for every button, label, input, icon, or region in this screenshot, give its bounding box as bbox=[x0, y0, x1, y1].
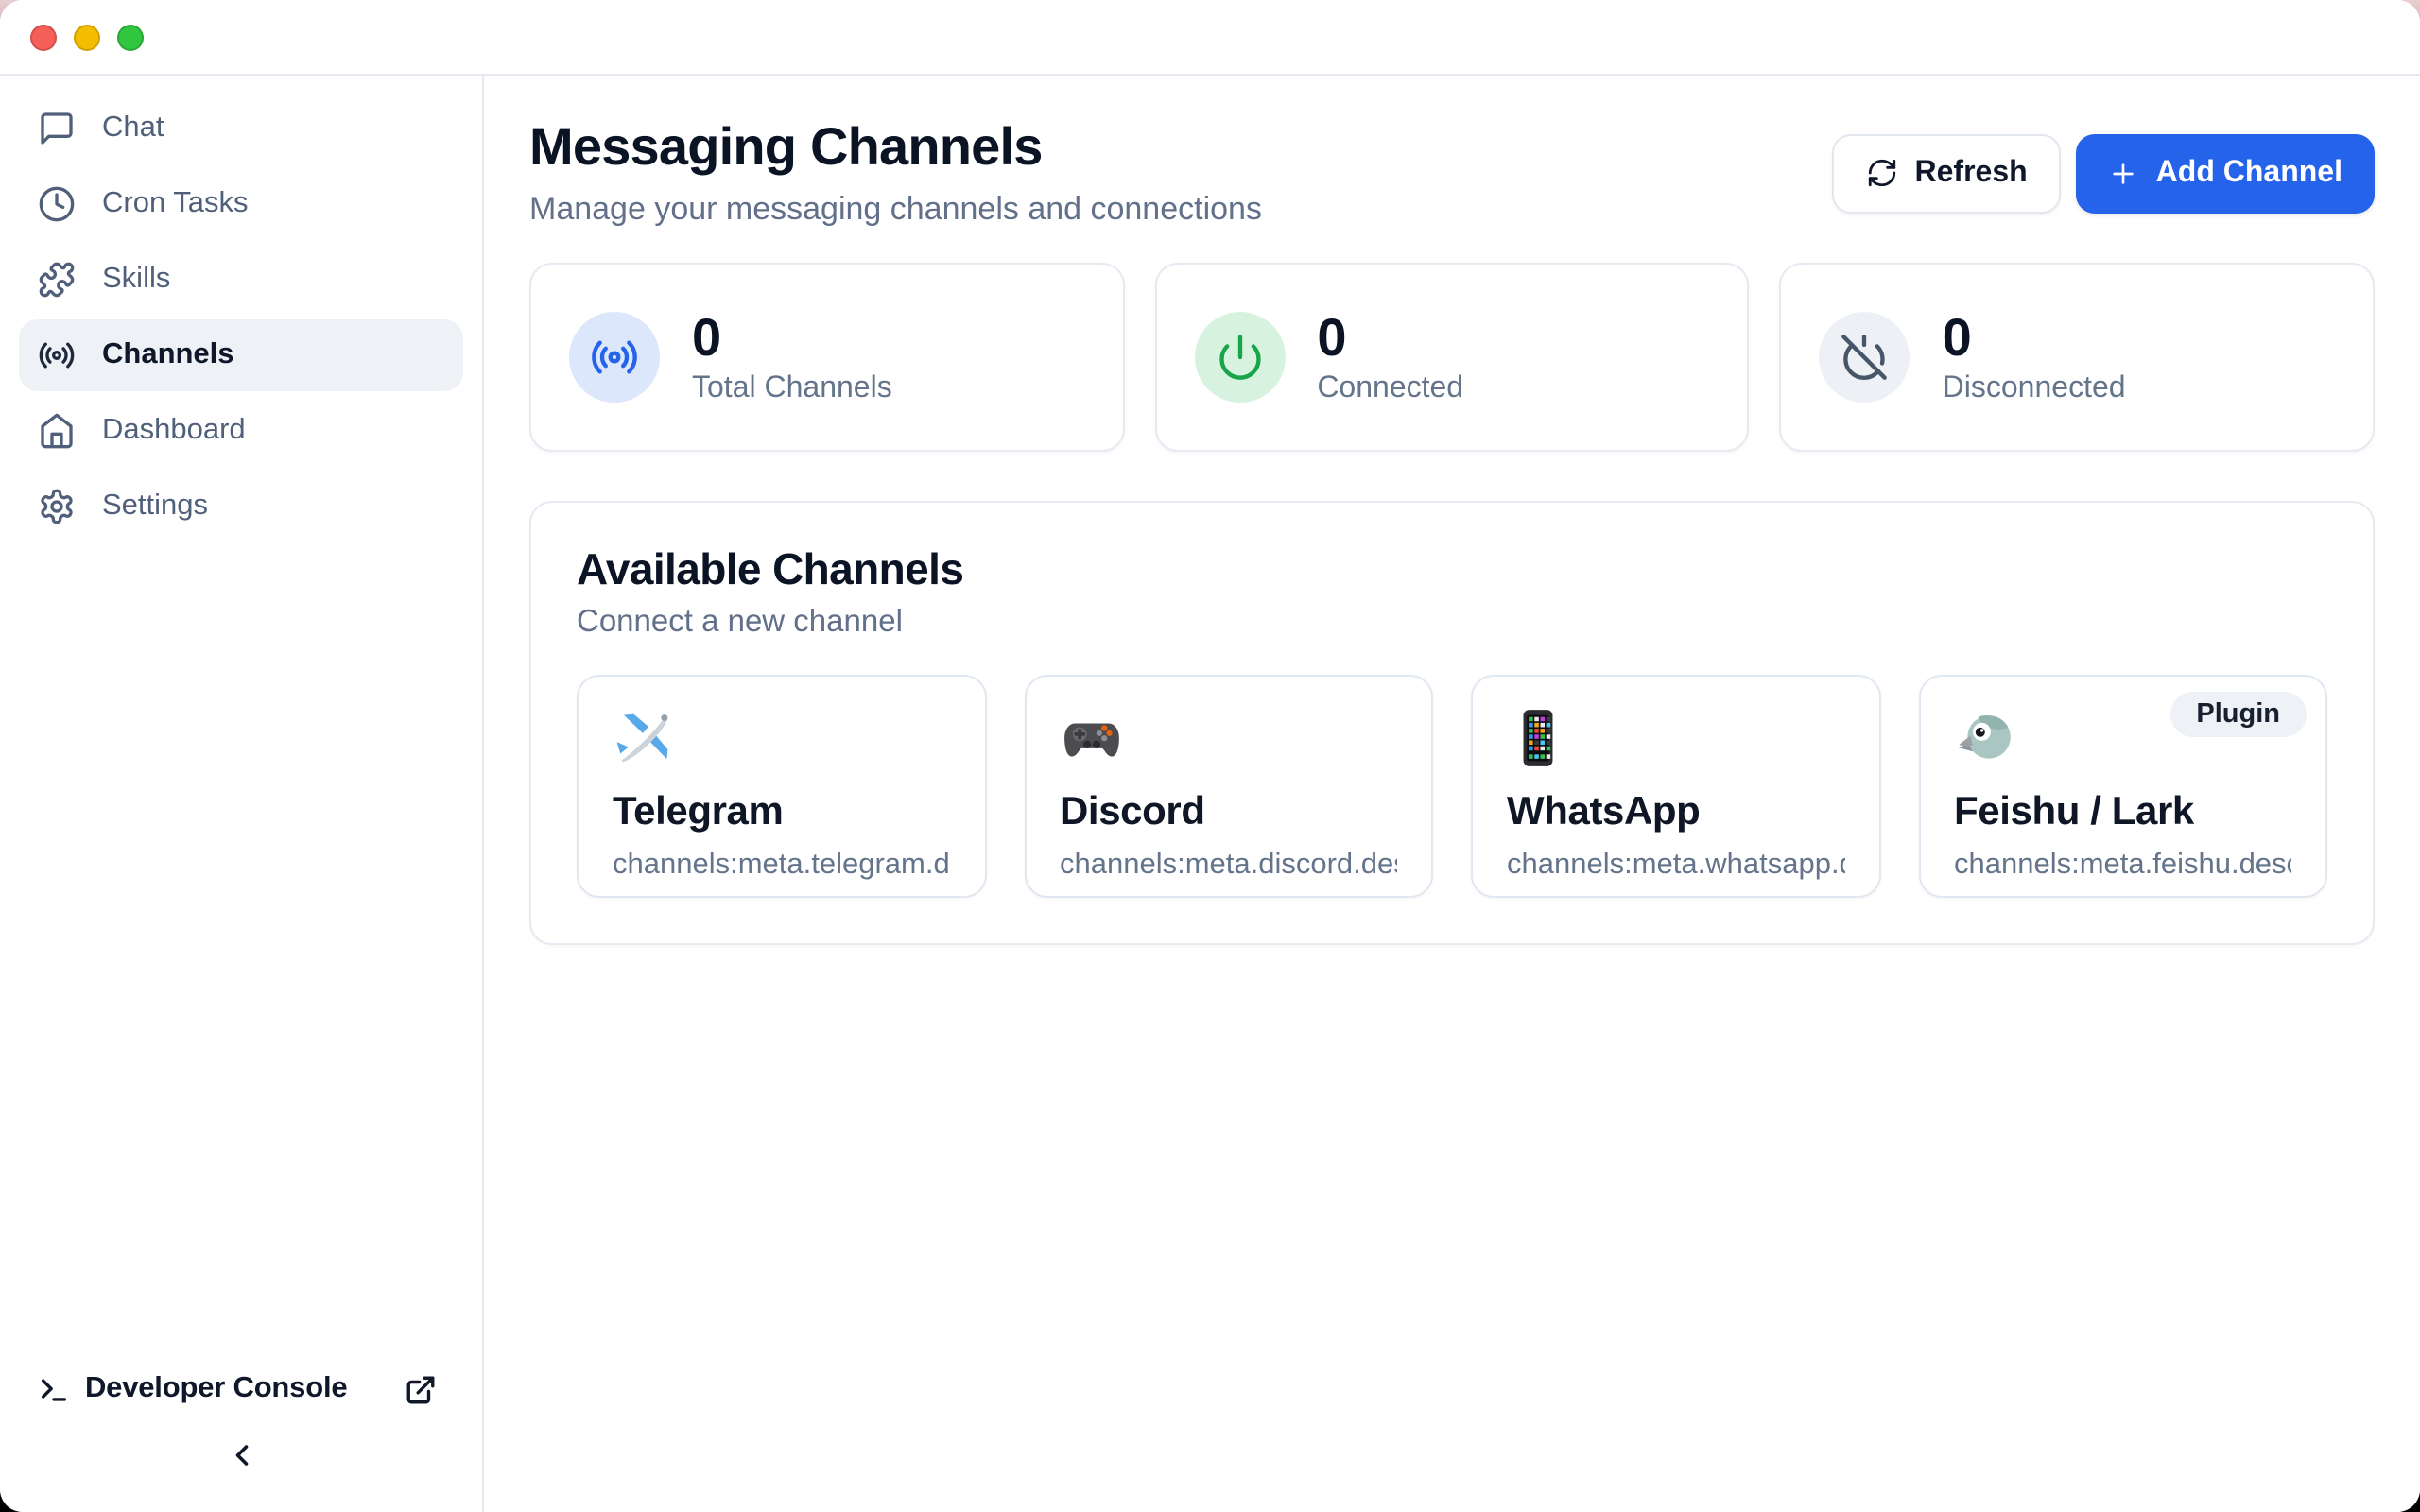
header-actions: Refresh Add Channel bbox=[1832, 133, 2376, 213]
close-window-button[interactable] bbox=[30, 24, 57, 50]
bird-emoji-icon bbox=[1954, 707, 2016, 769]
clock-icon bbox=[38, 185, 76, 223]
sidebar-item-cron-tasks[interactable]: Cron Tasks bbox=[19, 168, 463, 240]
broadcast-icon bbox=[38, 336, 76, 374]
stat-icon-badge bbox=[569, 312, 660, 403]
app-window: Chat Cron Tasks Skills Channels Dashboar… bbox=[0, 0, 2420, 1512]
section-subtitle: Connect a new channel bbox=[577, 605, 2327, 641]
sidebar-item-label: Cron Tasks bbox=[102, 187, 249, 221]
gear-icon bbox=[38, 488, 76, 525]
puzzle-icon bbox=[38, 261, 76, 299]
section-title: Available Channels bbox=[577, 544, 2327, 595]
stat-icon-badge bbox=[1194, 312, 1285, 403]
channel-card-feishu[interactable]: Plugin Feishu / Lark ch bbox=[1918, 675, 2327, 898]
mobile-phone-emoji-icon bbox=[1507, 707, 1569, 769]
stats-row: 0 Total Channels 0 Connected bbox=[529, 263, 2375, 452]
stat-value: 0 bbox=[692, 309, 892, 366]
channel-description: channels:meta.telegram.descript bbox=[613, 849, 950, 883]
channel-name: Telegram bbox=[613, 790, 950, 835]
sidebar-item-channels[interactable]: Channels bbox=[19, 319, 463, 391]
channel-grid: Telegram channels:meta.telegram.descript bbox=[577, 675, 2327, 898]
sidebar-item-settings[interactable]: Settings bbox=[19, 471, 463, 542]
refresh-button-label: Refresh bbox=[1915, 156, 2028, 190]
zoom-window-button[interactable] bbox=[117, 24, 144, 50]
sidebar-item-chat[interactable]: Chat bbox=[19, 93, 463, 164]
refresh-icon bbox=[1866, 157, 1898, 189]
channel-card-telegram[interactable]: Telegram channels:meta.telegram.descript bbox=[577, 675, 986, 898]
screen: Chat Cron Tasks Skills Channels Dashboar… bbox=[0, 0, 2420, 1512]
add-channel-button[interactable]: Add Channel bbox=[2077, 133, 2375, 213]
developer-console-label: Developer Console bbox=[85, 1372, 384, 1406]
external-link-icon bbox=[404, 1373, 436, 1405]
stat-texts: 0 Disconnected bbox=[1943, 309, 2126, 405]
sidebar-collapse-row bbox=[0, 1410, 482, 1501]
page-header: Messaging Channels Manage your messaging… bbox=[529, 117, 2375, 229]
plugin-badge: Plugin bbox=[2169, 692, 2307, 737]
stat-value: 0 bbox=[1943, 309, 2126, 366]
channel-description: channels:meta.feishu.description bbox=[1954, 849, 2291, 883]
terminal-icon bbox=[38, 1373, 70, 1405]
channel-description: channels:meta.discord.descriptic bbox=[1060, 849, 1397, 883]
add-channel-button-label: Add Channel bbox=[2156, 156, 2342, 190]
home-icon bbox=[38, 412, 76, 450]
page-header-titles: Messaging Channels Manage your messaging… bbox=[529, 117, 1262, 229]
sidebar-item-dashboard[interactable]: Dashboard bbox=[19, 395, 463, 467]
power-icon bbox=[1215, 333, 1264, 382]
stat-label: Disconnected bbox=[1943, 371, 2126, 405]
collapse-sidebar-button[interactable] bbox=[213, 1427, 269, 1484]
channel-name: Feishu / Lark bbox=[1954, 790, 2291, 835]
broadcast-icon bbox=[590, 333, 639, 382]
stat-texts: 0 Total Channels bbox=[692, 309, 892, 405]
sidebar-footer: Developer Console bbox=[0, 1349, 482, 1512]
sidebar-item-label: Settings bbox=[102, 490, 208, 524]
page-title: Messaging Channels bbox=[529, 117, 1262, 178]
channel-card-whatsapp[interactable]: WhatsApp channels:meta.whatsapp.descrip bbox=[1471, 675, 1880, 898]
stat-card-disconnected: 0 Disconnected bbox=[1780, 263, 2375, 452]
stat-icon-badge bbox=[1820, 312, 1910, 403]
stat-label: Connected bbox=[1317, 371, 1463, 405]
power-off-icon bbox=[1841, 333, 1890, 382]
titlebar bbox=[0, 0, 2420, 76]
chevron-left-icon bbox=[224, 1438, 258, 1472]
stat-card-total-channels: 0 Total Channels bbox=[529, 263, 1124, 452]
app-body: Chat Cron Tasks Skills Channels Dashboar… bbox=[0, 76, 2420, 1512]
available-channels-section: Available Channels Connect a new channel bbox=[529, 501, 2375, 945]
game-controller-emoji-icon bbox=[1060, 707, 1122, 769]
main-content: Messaging Channels Manage your messaging… bbox=[484, 76, 2420, 1512]
refresh-button[interactable]: Refresh bbox=[1832, 133, 2062, 213]
sidebar-item-label: Skills bbox=[102, 263, 170, 297]
minimize-window-button[interactable] bbox=[74, 24, 100, 50]
channel-card-discord[interactable]: Discord channels:meta.discord.descriptic bbox=[1024, 675, 1433, 898]
plus-icon bbox=[2109, 158, 2139, 188]
channel-description: channels:meta.whatsapp.descrip bbox=[1507, 849, 1844, 883]
airplane-emoji-icon bbox=[613, 707, 675, 769]
chat-bubble-icon bbox=[38, 110, 76, 147]
channel-name: WhatsApp bbox=[1507, 790, 1844, 835]
sidebar-item-label: Chat bbox=[102, 112, 164, 146]
sidebar-item-label: Channels bbox=[102, 338, 234, 372]
sidebar-item-label: Dashboard bbox=[102, 414, 246, 448]
sidebar: Chat Cron Tasks Skills Channels Dashboar… bbox=[0, 76, 484, 1512]
stat-texts: 0 Connected bbox=[1317, 309, 1463, 405]
developer-console-row[interactable]: Developer Console bbox=[0, 1349, 482, 1410]
open-developer-console-button[interactable] bbox=[399, 1368, 441, 1410]
stat-card-connected: 0 Connected bbox=[1154, 263, 1749, 452]
page-subtitle: Manage your messaging channels and conne… bbox=[529, 191, 1262, 229]
sidebar-item-skills[interactable]: Skills bbox=[19, 244, 463, 316]
stat-label: Total Channels bbox=[692, 371, 892, 405]
stat-value: 0 bbox=[1317, 309, 1463, 366]
channel-name: Discord bbox=[1060, 790, 1397, 835]
